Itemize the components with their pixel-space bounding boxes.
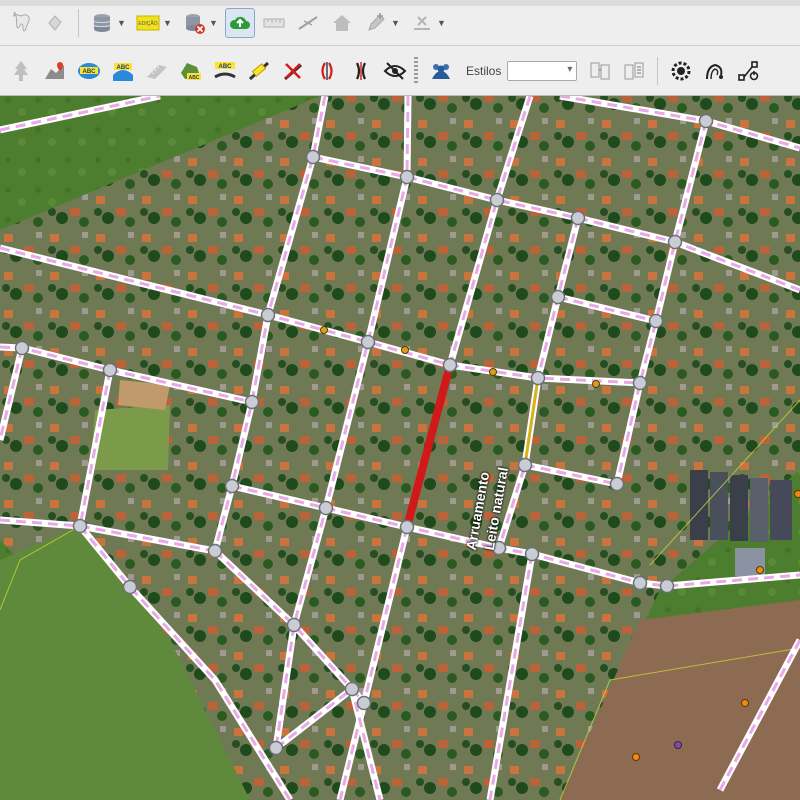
road-node[interactable] [399, 519, 415, 535]
poi-point[interactable] [674, 741, 682, 749]
poi-point[interactable] [632, 753, 640, 761]
road-node[interactable] [224, 478, 240, 494]
database-icon[interactable] [87, 8, 117, 38]
label-toolbar: ABC ABC ABC ABC Estilos [0, 46, 800, 96]
abc-text: ABC [83, 69, 97, 75]
chevron-down-icon[interactable]: ▼ [437, 18, 447, 28]
road-node[interactable] [122, 579, 138, 595]
poi-point[interactable] [401, 346, 409, 354]
road-node[interactable] [489, 192, 505, 208]
road-node[interactable] [344, 681, 360, 697]
hand-icon[interactable] [40, 8, 70, 38]
toolbar-separator [78, 8, 79, 37]
road-node[interactable] [524, 546, 540, 562]
road-node[interactable] [570, 210, 586, 226]
road-node[interactable] [667, 234, 683, 250]
users-icon[interactable] [426, 56, 456, 86]
poi-point[interactable] [756, 566, 764, 574]
split-icon[interactable] [407, 8, 437, 38]
pencil-add-icon[interactable] [361, 8, 391, 38]
connect-power-icon[interactable] [734, 56, 764, 86]
poi-point[interactable] [489, 368, 497, 376]
copy-style-icon[interactable] [585, 56, 615, 86]
chevron-down-icon[interactable]: ▼ [391, 18, 401, 28]
ruler-icon[interactable] [259, 8, 289, 38]
road-node[interactable] [360, 334, 376, 350]
satellite-map[interactable] [0, 96, 800, 800]
map-pin-icon[interactable] [40, 56, 70, 86]
road-node[interactable] [530, 370, 546, 386]
road-node[interactable] [207, 543, 223, 559]
paste-style-icon[interactable] [619, 56, 649, 86]
toolbar-top-strip [0, 0, 800, 6]
label-road-icon[interactable]: ABC [210, 56, 240, 86]
road-node[interactable] [659, 578, 675, 594]
toolbar-separator [657, 56, 659, 85]
bracket-black-icon[interactable] [346, 56, 376, 86]
road-node[interactable] [244, 394, 260, 410]
chevron-down-icon[interactable]: ▼ [163, 18, 173, 28]
label-line-icon[interactable]: ABC [108, 56, 138, 86]
road-node[interactable] [648, 313, 664, 329]
road-node[interactable] [550, 289, 566, 305]
road-node[interactable] [632, 575, 648, 591]
highway-label-icon[interactable] [244, 56, 274, 86]
road-node[interactable] [268, 740, 284, 756]
chevron-down-icon[interactable]: ▼ [117, 18, 127, 28]
road-node[interactable] [399, 169, 415, 185]
tree-icon[interactable] [6, 56, 36, 86]
label-area-icon[interactable]: ABC [176, 56, 206, 86]
road-node[interactable] [517, 457, 533, 473]
database-delete-icon[interactable] [179, 8, 209, 38]
main-toolbar: ▼ EDIÇÃO ▼ ▼ ▼ ▼ [0, 0, 800, 46]
road-node[interactable] [609, 476, 625, 492]
edit-tag-icon[interactable]: EDIÇÃO [133, 8, 163, 38]
road-node[interactable] [102, 362, 118, 378]
road-node[interactable] [318, 500, 334, 516]
road-gray-icon[interactable] [142, 56, 172, 86]
road-node[interactable] [286, 617, 302, 633]
road-node[interactable] [14, 340, 30, 356]
abc-text: ABC [189, 75, 200, 81]
road-node[interactable] [72, 518, 88, 534]
map-canvas[interactable]: Arruamento Leito natural [0, 96, 800, 800]
road-node[interactable] [305, 149, 321, 165]
road-node[interactable] [698, 113, 714, 129]
poi-point[interactable] [592, 380, 600, 388]
poi-point[interactable] [320, 326, 328, 334]
chevron-down-icon[interactable]: ▼ [209, 18, 219, 28]
poi-point[interactable] [794, 490, 800, 498]
label-abc-icon[interactable]: ABC [74, 56, 104, 86]
gear-icon[interactable] [666, 56, 696, 86]
line-icon[interactable] [293, 8, 323, 38]
bracket-red-icon[interactable] [312, 56, 342, 86]
toolbar-grip [414, 56, 418, 85]
road-node[interactable] [632, 375, 648, 391]
eye-off-icon[interactable] [380, 56, 410, 86]
edit-tag-text: EDIÇÃO [138, 20, 157, 27]
abc-text: ABC [117, 65, 131, 71]
road-node[interactable] [260, 307, 276, 323]
cloud-upload-icon[interactable] [225, 7, 255, 38]
styles-select[interactable] [507, 60, 578, 81]
home-icon[interactable] [327, 8, 357, 38]
delete-label-icon[interactable] [278, 56, 308, 86]
road-node[interactable] [356, 695, 372, 711]
abc-text: ABC [219, 64, 233, 70]
styles-label: Estilos [466, 63, 502, 78]
road-node[interactable] [442, 357, 458, 373]
route-icon[interactable] [700, 56, 730, 86]
tooth-icon[interactable] [6, 8, 36, 38]
poi-point[interactable] [741, 699, 749, 707]
